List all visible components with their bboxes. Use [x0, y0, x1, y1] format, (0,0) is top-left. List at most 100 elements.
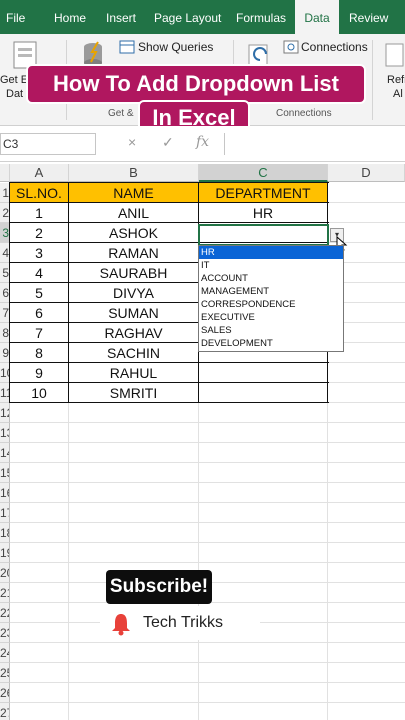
name-box[interactable]: C3	[0, 133, 96, 155]
table-cell[interactable]: 2	[10, 223, 68, 243]
row-header[interactable]: 20	[0, 563, 10, 583]
row-header[interactable]: 21	[0, 583, 10, 603]
select-all-corner[interactable]	[0, 164, 10, 182]
table-cell[interactable]: ANIL	[69, 203, 198, 223]
row-header[interactable]: 15	[0, 463, 10, 483]
dropdown-option-correspondence[interactable]: CORRESPONDENCE	[199, 298, 343, 311]
row-header[interactable]: 17	[0, 503, 10, 523]
table-cell[interactable]: RAGHAV	[69, 323, 198, 343]
row-gridline	[10, 682, 405, 683]
formula-input[interactable]	[224, 133, 405, 155]
dropdown-list: HR IT ACCOUNT MANAGEMENT CORRESPONDENCE …	[198, 245, 344, 352]
table-cell[interactable]: 6	[10, 303, 68, 323]
dropdown-option-it[interactable]: IT	[199, 259, 343, 272]
connections-button[interactable]: Connections	[301, 40, 368, 54]
table-header-cell[interactable]: SL.NO.	[10, 183, 68, 203]
row-gridline	[10, 562, 405, 563]
table-cell[interactable]: 5	[10, 283, 68, 303]
table-cell[interactable]: 1	[10, 203, 68, 223]
table-cell[interactable]: 10	[10, 383, 68, 403]
table-cell[interactable]: SACHIN	[69, 343, 198, 363]
row-header[interactable]: 24	[0, 643, 10, 663]
table-cell[interactable]: 3	[10, 243, 68, 263]
tab-review[interactable]: Review	[349, 0, 388, 34]
tab-insert[interactable]: Insert	[106, 0, 136, 34]
row-gridline	[10, 662, 405, 663]
row-header[interactable]: 13	[0, 423, 10, 443]
title-banner-line-1: How To Add Dropdown List	[26, 64, 366, 104]
table-border	[10, 222, 329, 223]
table-cell[interactable]: SAURABH	[69, 263, 198, 283]
tab-page-layout[interactable]: Page Layout	[154, 0, 221, 34]
enter-icon[interactable]: ✓	[162, 134, 174, 151]
channel-name: Tech Trikks	[143, 614, 224, 631]
channel-badge: Tech Trikks	[100, 606, 260, 640]
refresh-all-button[interactable]: Refr	[387, 74, 405, 86]
row-header[interactable]: 23	[0, 623, 10, 643]
table-cell[interactable]: 9	[10, 363, 68, 383]
table-header-cell[interactable]: NAME	[69, 183, 198, 203]
connections-icon	[283, 40, 299, 54]
active-cell-c3[interactable]	[198, 224, 329, 246]
row-gridline	[10, 502, 405, 503]
dropdown-option-hr[interactable]: HR	[199, 246, 343, 259]
excel-window: File Home Insert Page Layout Formulas Da…	[0, 0, 405, 720]
group-connections: Connections	[276, 108, 332, 119]
row-header[interactable]: 22	[0, 603, 10, 623]
table-cell[interactable]: RAMAN	[69, 243, 198, 263]
table-border	[10, 202, 329, 203]
tab-data[interactable]: Data	[295, 0, 339, 34]
row-header[interactable]: 12	[0, 403, 10, 423]
table-cell[interactable]	[199, 363, 327, 383]
table-cell[interactable]: 8	[10, 343, 68, 363]
dropdown-option-executive[interactable]: EXECUTIVE	[199, 311, 343, 324]
show-queries-button[interactable]: Show Queries	[138, 40, 213, 54]
fx-icon[interactable]: fx	[196, 134, 209, 150]
table-cell[interactable]	[199, 383, 327, 403]
cancel-icon[interactable]: ×	[128, 134, 136, 150]
row-gridline	[10, 482, 405, 483]
row-header[interactable]: 14	[0, 443, 10, 463]
table-cell[interactable]: RAHUL	[69, 363, 198, 383]
table-cell[interactable]: HR	[199, 203, 327, 223]
row-gridline	[10, 702, 405, 703]
table-cell[interactable]: ASHOK	[69, 223, 198, 243]
tab-home[interactable]: Home	[54, 0, 86, 34]
column-header-c[interactable]: C	[199, 164, 328, 182]
table-border	[10, 182, 329, 183]
table-border	[9, 182, 10, 403]
dropdown-option-account[interactable]: ACCOUNT	[199, 272, 343, 285]
row-header[interactable]: 26	[0, 683, 10, 703]
table-header-cell[interactable]: DEPARTMENT	[199, 183, 327, 203]
column-header-d[interactable]: D	[328, 164, 405, 182]
dropdown-option-development[interactable]: DEVELOPMENT	[199, 337, 343, 350]
table-border	[10, 362, 329, 363]
formula-bar: C3 × ✓ fx	[0, 126, 405, 162]
show-queries-icon	[119, 40, 135, 54]
table-cell[interactable]: 4	[10, 263, 68, 283]
ribbon-separator	[372, 40, 373, 120]
row-header[interactable]: 25	[0, 663, 10, 683]
row-header[interactable]: 18	[0, 523, 10, 543]
row-gridline	[10, 642, 405, 643]
row-header[interactable]: 27	[0, 703, 10, 720]
row-header[interactable]: 16	[0, 483, 10, 503]
table-cell[interactable]: SUMAN	[69, 303, 198, 323]
table-border	[68, 182, 69, 403]
dropdown-option-management[interactable]: MANAGEMENT	[199, 285, 343, 298]
row-header[interactable]: 19	[0, 543, 10, 563]
ribbon-tab-bar: File Home Insert Page Layout Formulas Da…	[0, 0, 405, 34]
row-gridline	[10, 462, 405, 463]
bell-icon	[112, 614, 130, 636]
table-border	[10, 402, 329, 403]
table-cell[interactable]: SMRITI	[69, 383, 198, 403]
tab-formulas[interactable]: Formulas	[236, 0, 286, 34]
column-header-b[interactable]: B	[69, 164, 199, 182]
table-cell[interactable]: DIVYA	[69, 283, 198, 303]
table-cell[interactable]: 7	[10, 323, 68, 343]
column-header-a[interactable]: A	[10, 164, 69, 182]
dropdown-option-sales[interactable]: SALES	[199, 324, 343, 337]
table-border	[10, 382, 329, 383]
subscribe-button[interactable]: Subscribe!	[106, 570, 212, 604]
tab-file[interactable]: File	[6, 0, 25, 34]
